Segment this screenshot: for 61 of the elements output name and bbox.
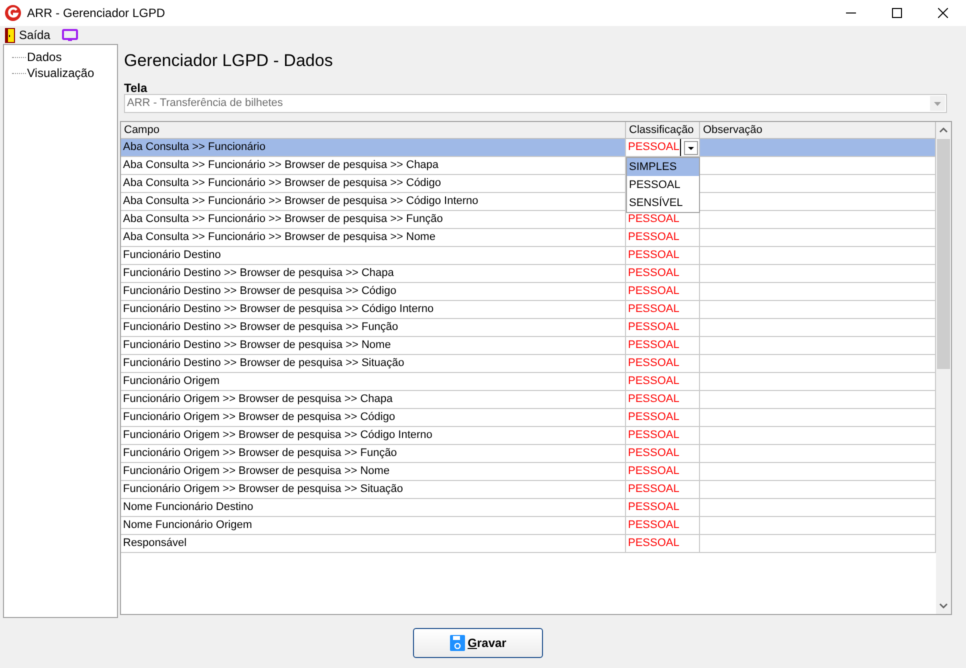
table-cell: Funcionário Destino >> Browser de pesquisa >> Nome	[121, 337, 626, 355]
table-cell: Funcionário Origem >> Browser de pesquisa >> Função	[121, 445, 626, 463]
table-cell: Aba Consulta >> Funcionário >> Browser de pesquisa >> Código	[121, 175, 626, 193]
table-cell: PESSOAL	[626, 373, 700, 391]
table-cell: Nome Funcionário Origem	[121, 517, 626, 535]
monitor-icon	[62, 28, 78, 42]
table-cell: Responsável	[121, 535, 626, 553]
close-icon	[938, 8, 948, 18]
table-cell: Funcionário Origem >> Browser de pesquisa >> Situação	[121, 481, 626, 499]
table-cell: PESSOAL	[626, 517, 700, 535]
table-cell: PESSOAL	[626, 481, 700, 499]
table-cell: Funcionário Destino	[121, 247, 626, 265]
table-cell: PESSOAL	[626, 535, 700, 553]
table-cell: Funcionário Destino >> Browser de pesquisa >> Chapa	[121, 265, 626, 283]
table-cell: Aba Consulta >> Funcionário >> Browser de pesquisa >> Código Interno	[121, 193, 626, 211]
dropdown-option[interactable]: SIMPLES	[627, 158, 699, 176]
table-cell: Funcionário Destino >> Browser de pesquisa >> Função	[121, 319, 626, 337]
table-cell: PESSOAL	[626, 265, 700, 283]
window-title: ARR - Gerenciador LGPD	[27, 5, 166, 22]
table-cell: Aba Consulta >> Funcionário >> Browser de pesquisa >> Nome	[121, 229, 626, 247]
maximize-icon	[892, 8, 902, 18]
scroll-thumb[interactable]	[937, 139, 950, 369]
table-cell: PESSOAL	[626, 283, 700, 301]
table-cell: Funcionário Origem >> Browser de pesquisa >> Código Interno	[121, 427, 626, 445]
table-cell: Funcionário Origem >> Browser de pesquisa >> Nome	[121, 463, 626, 481]
vertical-scrollbar[interactable]	[936, 122, 951, 614]
table-cell: PESSOAL	[626, 445, 700, 463]
table-cell: PESSOAL	[626, 301, 700, 319]
table-cell: Funcionário Destino >> Browser de pesquisa >> Código	[121, 283, 626, 301]
table-cell: PESSOAL	[626, 391, 700, 409]
table-cell: Nome Funcionário Destino	[121, 499, 626, 517]
table-cell: PESSOAL	[626, 337, 700, 355]
table-cell: PESSOAL	[626, 319, 700, 337]
exit-menu-item[interactable]: Saída	[5, 26, 50, 44]
table-cell: PESSOAL	[626, 427, 700, 445]
table-cell: PESSOAL	[626, 229, 700, 247]
table-cell: PESSOAL	[626, 499, 700, 517]
table-cell: Aba Consulta >> Funcionário	[121, 139, 626, 157]
tree-item[interactable]: Dados	[26, 48, 63, 66]
page-title: Gerenciador LGPD - Dados	[123, 50, 334, 72]
table-cell: Funcionário Origem	[121, 373, 626, 391]
table-cell: Funcionário Destino >> Browser de pesquisa >> Situação	[121, 355, 626, 373]
app-logo-icon	[5, 5, 21, 21]
table-cell: Funcionário Destino >> Browser de pesquisa >> Código Interno	[121, 301, 626, 319]
scroll-down-icon	[939, 603, 948, 609]
table-cell: Funcionário Origem >> Browser de pesquisa >> Chapa	[121, 391, 626, 409]
table-cell: PESSOAL	[626, 409, 700, 427]
scroll-up-icon	[939, 127, 948, 133]
screen-select[interactable]: ARR - Transferência de bilhetes	[124, 94, 947, 113]
door-icon	[5, 28, 15, 42]
table-cell: PESSOAL	[626, 463, 700, 481]
save-button[interactable]: Gravar	[413, 628, 543, 658]
table-cell: Aba Consulta >> Funcionário >> Browser de pesquisa >> Chapa	[121, 157, 626, 175]
screen-label: Tela	[123, 80, 148, 94]
table-cell: PESSOAL	[626, 355, 700, 373]
table-cell: Funcionário Origem >> Browser de pesquisa >> Código	[121, 409, 626, 427]
monitor-button[interactable]	[62, 26, 78, 44]
tree-item[interactable]: Visualização	[26, 64, 96, 82]
classification-editor[interactable]: PESSOAL	[626, 139, 700, 157]
table-cell: PESSOAL	[626, 247, 700, 265]
table-cell: Aba Consulta >> Funcionário >> Browser de pesquisa >> Função	[121, 211, 626, 229]
